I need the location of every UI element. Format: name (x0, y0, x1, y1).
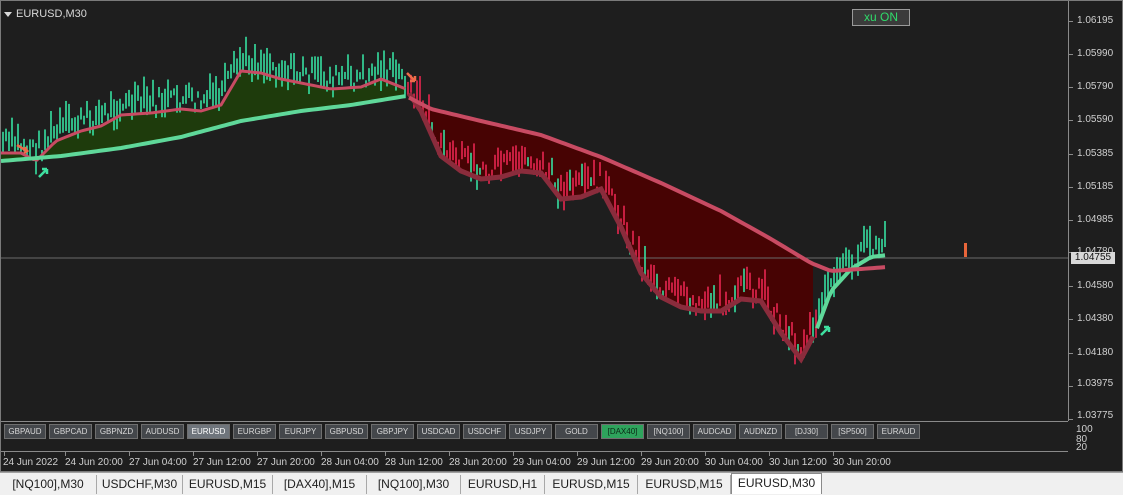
price-tick (1069, 154, 1073, 155)
price-tick (1069, 220, 1073, 221)
price-label: 1.05790 (1077, 81, 1114, 92)
time-tick (4, 452, 5, 456)
tab-eurusd-m15-2[interactable]: EURUSD,M15 (545, 475, 638, 494)
price-plot[interactable] (1, 1, 1068, 421)
tab-eurusd-m15-3[interactable]: EURUSD,M15 (638, 475, 731, 494)
time-tick (129, 452, 130, 456)
price-label: 1.05385 (1077, 148, 1114, 159)
price-tick (1069, 419, 1073, 420)
symbol-button-usdchf[interactable]: USDCHF (463, 424, 506, 439)
symbol-button-euraud[interactable]: EURAUD (877, 424, 920, 439)
symbol-button-usdjpy[interactable]: USDJPY (509, 424, 552, 439)
time-tick (577, 452, 578, 456)
time-label: 24 Jun 20:00 (65, 457, 123, 468)
indicator-toggle-button[interactable]: xu ON (852, 9, 910, 26)
price-label: 1.06195 (1077, 15, 1114, 26)
time-tick (513, 452, 514, 456)
chart-tabs-bar: [NQ100],M30 USDCHF,M30 EURUSD,M15 [DAX40… (0, 472, 1123, 495)
symbol-button-eurjpy[interactable]: EURJPY (279, 424, 322, 439)
price-label: 1.03975 (1077, 378, 1114, 389)
time-tick (321, 452, 322, 456)
time-label: 29 Jun 20:00 (641, 457, 699, 468)
symbol-button-gbpjpy[interactable]: GBPJPY (371, 424, 414, 439)
price-label: 1.03775 (1077, 410, 1114, 421)
price-tick (1069, 187, 1073, 188)
symbol-button-gold[interactable]: GOLD (555, 424, 598, 439)
symbol-button-usdcad[interactable]: USDCAD (417, 424, 460, 439)
buy-arrow-icon (820, 325, 831, 336)
subpanel-axis-label: 20 (1076, 442, 1088, 453)
tab-usdchf-m30[interactable]: USDCHF,M30 (97, 475, 183, 494)
time-tick (257, 452, 258, 456)
price-label: 1.04380 (1077, 313, 1114, 324)
time-tick (769, 452, 770, 456)
time-tick (449, 452, 450, 456)
time-tick (705, 452, 706, 456)
tab-nq100-m30-2[interactable]: [NQ100],M30 (367, 475, 461, 494)
price-label: 1.05590 (1077, 114, 1114, 125)
symbol-button-audnzd[interactable]: AUDNZD (739, 424, 782, 439)
chart-title-text: EURUSD,M30 (16, 8, 87, 20)
time-label: 27 Jun 20:00 (257, 457, 315, 468)
sell-arrow-icon (406, 72, 417, 83)
price-tick (1069, 120, 1073, 121)
time-label: 28 Jun 12:00 (385, 457, 443, 468)
time-label: 28 Jun 20:00 (449, 457, 507, 468)
time-label: 27 Jun 04:00 (129, 457, 187, 468)
price-tick (1069, 54, 1073, 55)
time-label: 29 Jun 12:00 (577, 457, 635, 468)
price-tick (1069, 386, 1073, 387)
price-label: 1.04180 (1077, 347, 1114, 358)
price-tick (1069, 319, 1073, 320)
forming-candle (964, 243, 967, 257)
symbol-button-gbpusd[interactable]: GBPUSD (325, 424, 368, 439)
current-price-label: 1.04755 (1071, 252, 1115, 264)
symbol-button-audcad[interactable]: AUDCAD (693, 424, 736, 439)
time-label: 30 Jun 12:00 (769, 457, 827, 468)
price-tick (1069, 87, 1073, 88)
collapse-triangle-icon[interactable] (4, 11, 12, 17)
price-label: 1.04985 (1077, 214, 1114, 225)
tab-eurusd-m30[interactable]: EURUSD,M30 (731, 473, 822, 494)
time-tick (65, 452, 66, 456)
time-label: 30 Jun 04:00 (705, 457, 763, 468)
symbol-button-nq100[interactable]: [NQ100] (647, 424, 690, 439)
symbol-button-eurgbp[interactable]: EURGBP (233, 424, 276, 439)
symbol-button-gbpaud[interactable]: GBPAUD (4, 424, 46, 439)
tab-nq100-m30[interactable]: [NQ100],M30 (0, 475, 97, 494)
price-label: 1.05990 (1077, 48, 1114, 59)
symbol-button-audusd[interactable]: AUDUSD (141, 424, 184, 439)
price-tick (1069, 353, 1073, 354)
symbol-button-dax40[interactable]: [DAX40] (601, 424, 644, 439)
tab-eurusd-h1[interactable]: EURUSD,H1 (461, 475, 545, 494)
time-label: 29 Jun 04:00 (513, 457, 571, 468)
time-label: 27 Jun 12:00 (193, 457, 251, 468)
symbol-button-gbpnzd[interactable]: GBPNZD (95, 424, 138, 439)
chart-symbol-title[interactable]: EURUSD,M30 (4, 7, 87, 21)
time-tick (385, 452, 386, 456)
time-label: 30 Jun 20:00 (833, 457, 891, 468)
tab-dax40-m15[interactable]: [DAX40],M15 (273, 475, 367, 494)
time-tick (833, 452, 834, 456)
tab-eurusd-m15[interactable]: EURUSD,M15 (183, 475, 273, 494)
buy-arrow-icon (38, 167, 49, 178)
time-tick (193, 452, 194, 456)
symbol-button-gbpcad[interactable]: GBPCAD (49, 424, 92, 439)
chart-window[interactable]: EURUSD,M30 xu ON 1.06195 1.05990 1.05790… (0, 0, 1123, 472)
time-label: 24 Jun 2022 (3, 457, 59, 468)
symbol-button-sp500[interactable]: [SP500] (831, 424, 874, 439)
time-label: 28 Jun 04:00 (321, 457, 379, 468)
price-axis[interactable]: 1.06195 1.05990 1.05790 1.05590 1.05385 … (1068, 1, 1123, 421)
price-label: 1.05185 (1077, 181, 1114, 192)
price-label: 1.04580 (1077, 280, 1114, 291)
bear-cloud-fill (409, 93, 813, 360)
time-tick (641, 452, 642, 456)
symbol-button-dj30[interactable]: [DJ30] (785, 424, 828, 439)
symbol-button-eurusd[interactable]: EURUSD (187, 424, 230, 439)
price-tick (1069, 21, 1073, 22)
bull-cloud-fill (1, 71, 405, 161)
price-tick (1069, 286, 1073, 287)
